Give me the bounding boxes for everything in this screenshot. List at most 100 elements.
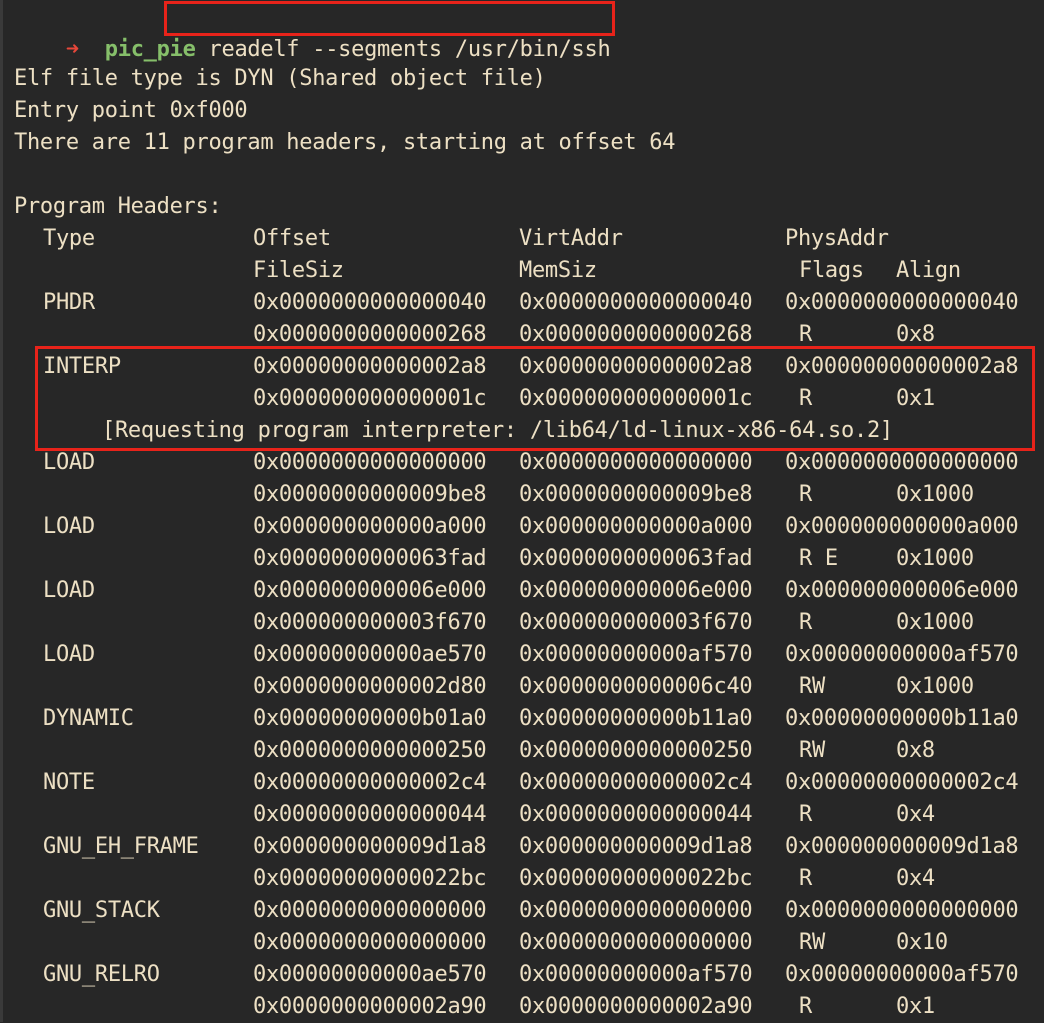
segment-filesiz: 0x0000000000063fad <box>253 546 487 571</box>
program-header-row-sizes: 0x0000000000000044 0x0000000000000044 R 0x4 <box>14 799 1044 831</box>
program-header-row-sizes: 0x0000000000000250 0x0000000000000250 RW 0x… <box>14 735 1044 767</box>
program-header-row: GNU_EH_FRAME 0x000000000009d1a8 0x00000000… <box>14 831 1044 863</box>
program-header-row-sizes: 0x0000000000063fad 0x0000000000063fad R E 0… <box>14 543 1044 575</box>
column-header-row-1: Type Offset VirtAddr PhysAddr <box>14 223 1044 255</box>
segment-memsiz: 0x0000000000000250 <box>519 738 753 763</box>
segment-flags: RW <box>799 738 825 763</box>
segment-flags: RW <box>799 674 825 699</box>
segment-align: 0x8 <box>896 738 935 763</box>
segment-type: LOAD <box>43 578 95 603</box>
segment-physaddr: 0x00000000000af570 <box>785 962 1019 987</box>
program-header-row: LOAD 0x000000000000a000 0x000000000000a000… <box>14 511 1044 543</box>
segment-align: 0x1 <box>896 994 935 1019</box>
segment-offset: 0x000000000000a000 <box>253 514 487 539</box>
segment-memsiz: 0x0000000000006c40 <box>519 674 753 699</box>
program-header-row: LOAD 0x0000000000000000 0x0000000000000000… <box>14 447 1044 479</box>
col-align: Align <box>896 258 961 283</box>
segment-flags: R <box>799 866 812 891</box>
prompt-command[interactable]: readelf --segments /usr/bin/ssh <box>209 37 611 62</box>
col-offset: Offset <box>253 226 331 251</box>
segment-physaddr: 0x000000000009d1a8 <box>785 834 1019 859</box>
segment-align: 0x1000 <box>896 546 974 571</box>
col-type: Type <box>43 226 95 251</box>
segment-physaddr: 0x000000000006e000 <box>785 578 1019 603</box>
segment-align: 0x10 <box>896 930 948 955</box>
segment-type: LOAD <box>43 514 95 539</box>
segment-offset: 0x00000000000ae570 <box>253 962 487 987</box>
segment-type: LOAD <box>43 642 95 667</box>
segment-flags: R <box>799 610 812 635</box>
segment-filesiz: 0x0000000000009be8 <box>253 482 487 507</box>
segment-virtaddr: 0x000000000006e000 <box>519 578 753 603</box>
segment-offset: 0x0000000000000000 <box>253 898 487 923</box>
terminal-left-border <box>0 0 3 1022</box>
segment-align: 0x1000 <box>896 482 974 507</box>
segment-filesiz: 0x0000000000000044 <box>253 802 487 827</box>
col-flags: Flags <box>799 258 864 283</box>
segment-physaddr: 0x00000000000002c4 <box>785 770 1019 795</box>
segment-memsiz: 0x000000000003f670 <box>519 610 753 635</box>
entry-point-line: Entry point 0xf000 <box>14 98 248 123</box>
segment-offset: 0x0000000000000040 <box>253 290 487 315</box>
segment-flags: RW <box>799 930 825 955</box>
segment-virtaddr: 0x00000000000002c4 <box>519 770 753 795</box>
col-physaddr: PhysAddr <box>785 226 889 251</box>
prompt-directory: pic_pie <box>104 37 196 62</box>
segment-virtaddr: 0x0000000000000000 <box>519 898 753 923</box>
segment-memsiz: 0x0000000000063fad <box>519 546 753 571</box>
segment-memsiz: 0x0000000000000000 <box>519 930 753 955</box>
program-header-row-sizes: 0x000000000003f670 0x000000000003f670 R 0x1… <box>14 607 1044 639</box>
segment-offset: 0x0000000000000000 <box>253 450 487 475</box>
segment-offset: 0x000000000006e000 <box>253 578 487 603</box>
segment-virtaddr: 0x000000000000a000 <box>519 514 753 539</box>
program-header-row: GNU_RELRO 0x00000000000ae570 0x00000000000… <box>14 959 1044 991</box>
col-memsiz: MemSiz <box>519 258 597 283</box>
segment-type: NOTE <box>43 770 95 795</box>
segment-memsiz: 0x0000000000009be8 <box>519 482 753 507</box>
segment-virtaddr: 0x0000000000000040 <box>519 290 753 315</box>
program-header-row: DYNAMIC 0x00000000000b01a0 0x00000000000b1… <box>14 703 1044 735</box>
segment-offset: 0x00000000000b01a0 <box>253 706 487 731</box>
segment-align: 0x4 <box>896 802 935 827</box>
segment-type: GNU_STACK <box>43 898 160 923</box>
segment-filesiz: 0x000000000003f670 <box>253 610 487 635</box>
segment-filesiz: 0x00000000000022bc <box>253 866 487 891</box>
segment-memsiz: 0x0000000000002a90 <box>519 994 753 1019</box>
segment-filesiz: 0x0000000000002a90 <box>253 994 487 1019</box>
segment-physaddr: 0x00000000000af570 <box>785 642 1019 667</box>
segment-physaddr: 0x000000000000a000 <box>785 514 1019 539</box>
program-headers-title: Program Headers: <box>14 194 222 219</box>
segment-flags: R <box>799 994 812 1019</box>
segment-virtaddr: 0x00000000000af570 <box>519 642 753 667</box>
segment-filesiz: 0x0000000000000000 <box>253 930 487 955</box>
segment-type: PHDR <box>43 290 95 315</box>
command-highlight-box <box>164 1 615 36</box>
program-header-row: GNU_STACK 0x0000000000000000 0x00000000000… <box>14 895 1044 927</box>
program-header-row-sizes: 0x0000000000002d80 0x0000000000006c40 RW 0x… <box>14 671 1044 703</box>
program-header-row-sizes: 0x0000000000009be8 0x0000000000009be8 R 0x1… <box>14 479 1044 511</box>
segment-align: 0x4 <box>896 866 935 891</box>
segment-filesiz: 0x0000000000000250 <box>253 738 487 763</box>
header-count-line: There are 11 program headers, starting a… <box>14 130 676 155</box>
segment-virtaddr: 0x0000000000000000 <box>519 450 753 475</box>
segment-type: LOAD <box>43 450 95 475</box>
segment-physaddr: 0x0000000000000000 <box>785 898 1019 923</box>
segment-flags: R <box>799 802 812 827</box>
segment-type: GNU_RELRO <box>43 962 160 987</box>
segment-flags: R E <box>799 546 838 571</box>
prompt-arrow-icon: ➜ <box>65 37 79 62</box>
segment-type: GNU_EH_FRAME <box>43 834 199 859</box>
segment-virtaddr: 0x000000000009d1a8 <box>519 834 753 859</box>
segment-physaddr: 0x0000000000000000 <box>785 450 1019 475</box>
program-header-row: NOTE 0x00000000000002c4 0x00000000000002c4… <box>14 767 1044 799</box>
program-header-row: LOAD 0x00000000000ae570 0x00000000000af570… <box>14 639 1044 671</box>
file-type-line: Elf file type is DYN (Shared object file… <box>14 66 546 91</box>
program-header-row: PHDR 0x0000000000000040 0x0000000000000040… <box>14 287 1044 319</box>
segment-virtaddr: 0x00000000000af570 <box>519 962 753 987</box>
col-filesiz: FileSiz <box>253 258 344 283</box>
segment-physaddr: 0x00000000000b11a0 <box>785 706 1019 731</box>
segment-virtaddr: 0x00000000000b11a0 <box>519 706 753 731</box>
segment-offset: 0x000000000009d1a8 <box>253 834 487 859</box>
segment-memsiz: 0x00000000000022bc <box>519 866 753 891</box>
interp-highlight-box <box>35 346 1035 451</box>
